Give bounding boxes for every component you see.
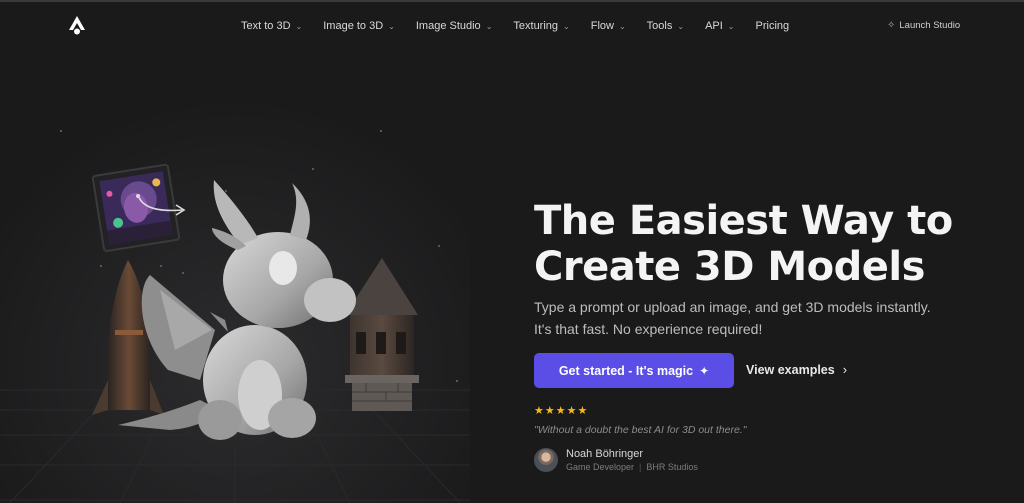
menu-item-label: Image Studio xyxy=(415,20,481,32)
top-navigation: Text to 3D ⌄ Image to 3D ⌄ Image Studio ⌄ T… xyxy=(0,2,1024,50)
chevron-right-icon: › xyxy=(842,362,848,377)
reviewer-role: Game Developer xyxy=(566,462,635,472)
star-dot xyxy=(100,265,102,267)
sparkle-icon: ✧ xyxy=(887,20,896,31)
star-dot xyxy=(312,168,314,170)
hero-subtitle: Type a prompt or upload an image, and ge… xyxy=(534,296,954,340)
menu-item-image-studio[interactable]: Image Studio ⌄ xyxy=(416,20,493,32)
chevron-down-icon: ⌄ xyxy=(485,21,493,31)
menu-item-label: Flow xyxy=(590,20,614,32)
reviewer-company: BHR Studios xyxy=(646,462,698,472)
separator: | xyxy=(639,462,642,472)
main-menu: Text to 3D ⌄ Image to 3D ⌄ Image Studio ⌄ T… xyxy=(241,2,810,50)
launch-studio-link[interactable]: ✧ Launch Studio xyxy=(887,20,960,31)
subtitle-line-1: Type a prompt or upload an image, and ge… xyxy=(534,299,931,315)
launch-studio-label: Launch Studio xyxy=(899,20,961,31)
reviewer-avatar xyxy=(534,448,558,472)
chevron-down-icon: ⌄ xyxy=(563,21,570,31)
menu-item-image-to-3d[interactable]: Image to 3D ⌄ xyxy=(323,20,395,32)
menu-item-label: Tools xyxy=(646,20,673,32)
reference-image-card xyxy=(91,163,181,252)
menu-item-label: Pricing xyxy=(755,20,790,32)
menu-item-texturing[interactable]: Texturing ⌄ xyxy=(513,20,569,32)
chevron-down-icon: ⌄ xyxy=(618,21,626,31)
headline-line-1: The Easiest Way to xyxy=(534,198,953,244)
chevron-down-icon: ⌄ xyxy=(295,21,303,31)
reviewer-name: Noah Böhringer xyxy=(566,448,644,460)
star-dot xyxy=(380,130,382,132)
star-dot xyxy=(456,380,458,382)
menu-item-text-to-3d[interactable]: Text to 3D ⌄ xyxy=(241,20,302,32)
view-examples-label: View examples xyxy=(746,362,835,377)
star-dot xyxy=(60,130,62,132)
get-started-label: Get started - It's magic xyxy=(558,363,694,378)
menu-item-api[interactable]: API ⌄ xyxy=(705,20,734,32)
star-dot xyxy=(438,245,440,247)
chevron-down-icon: ⌄ xyxy=(727,21,735,31)
scene-illustration xyxy=(0,50,470,503)
menu-item-label: Image to 3D xyxy=(323,20,384,32)
menu-item-label: Text to 3D xyxy=(241,20,291,32)
testimonial-quote: "Without a doubt the best AI for 3D out … xyxy=(534,424,747,436)
menu-item-label: API xyxy=(705,20,723,32)
headline-line-2: Create 3D Models xyxy=(534,244,925,290)
sparkle-icon: ✦ xyxy=(699,363,710,378)
star-dot xyxy=(182,272,184,274)
star-dot xyxy=(160,265,162,267)
get-started-button[interactable]: Get started - It's magic ✦ xyxy=(534,353,734,388)
menu-item-flow[interactable]: Flow ⌄ xyxy=(591,20,626,32)
subtitle-line-2: It's that fast. No experience required! xyxy=(534,321,763,337)
hero-3d-scene xyxy=(0,50,470,503)
rating-stars: ★★★★★ xyxy=(534,405,589,417)
menu-item-label: Texturing xyxy=(513,20,559,32)
menu-item-pricing[interactable]: Pricing xyxy=(756,20,790,32)
view-examples-link[interactable]: View examples › xyxy=(746,362,847,377)
chevron-down-icon: ⌄ xyxy=(388,21,395,31)
reviewer-role-line: Game Developer | BHR Studios xyxy=(566,462,698,472)
star-dot xyxy=(225,190,227,192)
hero-headline: The Easiest Way to Create 3D Models xyxy=(534,198,994,290)
chevron-down-icon: ⌄ xyxy=(677,21,685,31)
brand-logo-icon[interactable] xyxy=(66,14,88,36)
menu-item-tools[interactable]: Tools ⌄ xyxy=(647,20,684,32)
